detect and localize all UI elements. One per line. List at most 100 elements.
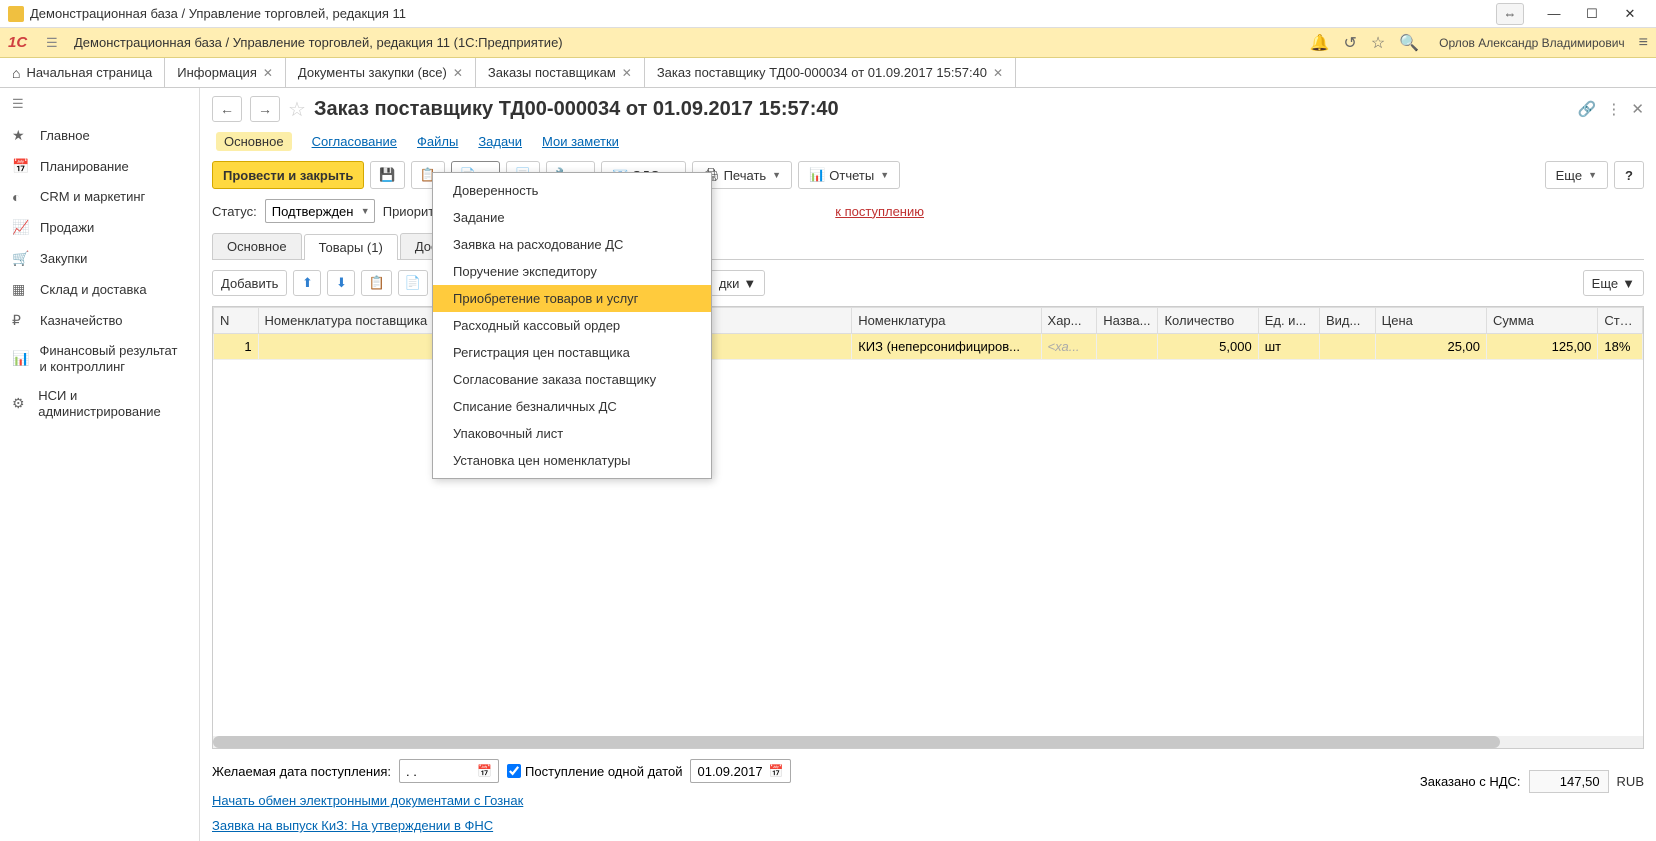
section-tab-approval[interactable]: Согласование xyxy=(312,132,397,151)
sidebar-toggle-button[interactable]: ☰ xyxy=(0,92,199,120)
tab-supplier-orders[interactable]: Заказы поставщикам ✕ xyxy=(476,58,645,87)
search-icon[interactable]: 🔍 xyxy=(1399,33,1419,53)
notifications-icon[interactable]: 🔔 xyxy=(1310,33,1330,53)
cell-name[interactable] xyxy=(1097,334,1158,360)
col-name[interactable]: Назва... xyxy=(1097,308,1158,334)
cell-supplier-nom[interactable] xyxy=(258,334,456,360)
col-price[interactable]: Цена xyxy=(1375,308,1486,334)
close-icon[interactable]: ✕ xyxy=(453,66,463,80)
menu-item-forwarder-order[interactable]: Поручение экспедитору xyxy=(433,258,711,285)
compact-mode-button[interactable]: ⇔ xyxy=(1496,3,1524,25)
sidebar-item-sales[interactable]: 📈Продажи xyxy=(0,212,199,243)
paste-button[interactable]: 📄 xyxy=(398,270,428,296)
close-doc-icon[interactable]: ✕ xyxy=(1631,100,1644,118)
tab-home[interactable]: ⌂ Начальная страница xyxy=(0,58,165,87)
col-unit[interactable]: Ед. и... xyxy=(1258,308,1319,334)
tab-information[interactable]: Информация ✕ xyxy=(165,58,286,87)
sidebar-item-planning[interactable]: 📅Планирование xyxy=(0,151,199,182)
cell-nom[interactable]: КИЗ (неперсонифициров... xyxy=(852,334,1041,360)
menu-item-task[interactable]: Задание xyxy=(433,204,711,231)
reports-button[interactable]: 📊 Отчеты▼ xyxy=(798,161,900,189)
subtab-main[interactable]: Основное xyxy=(212,233,302,259)
section-tab-tasks[interactable]: Задачи xyxy=(478,132,522,151)
menu-item-proxy[interactable]: Доверенность xyxy=(433,177,711,204)
sidebar-item-treasury[interactable]: ₽Казначейство xyxy=(0,305,199,336)
post-and-close-button[interactable]: Провести и закрыть xyxy=(212,161,364,189)
close-icon[interactable]: ✕ xyxy=(622,66,632,80)
col-nom[interactable]: Номенклатура xyxy=(852,308,1041,334)
more-button[interactable]: Еще▼ xyxy=(1545,161,1608,189)
move-down-button[interactable]: ⬇ xyxy=(327,270,355,296)
single-date-input[interactable]: 01.09.2017 📅 xyxy=(690,759,790,783)
col-qty[interactable]: Количество xyxy=(1158,308,1258,334)
kiz-request-link[interactable]: Заявка на выпуск КиЗ: На утверждении в Ф… xyxy=(212,818,1644,833)
link-icon[interactable]: 🔗 xyxy=(1578,100,1597,118)
menu-item-order-approval[interactable]: Согласование заказа поставщику xyxy=(433,366,711,393)
desired-date-input[interactable]: . . 📅 xyxy=(399,759,499,783)
menu-item-bank-writeoff[interactable]: Списание безналичных ДС xyxy=(433,393,711,420)
col-vat[interactable]: Ста... xyxy=(1598,308,1643,334)
nav-back-button[interactable]: ← xyxy=(212,96,242,122)
receipt-link[interactable]: к поступлению xyxy=(835,204,1644,219)
move-up-button[interactable]: ⬆ xyxy=(293,270,321,296)
close-icon[interactable]: ✕ xyxy=(263,66,273,80)
copy-button[interactable]: 📋 xyxy=(361,270,391,296)
sidebar-item-warehouse[interactable]: ▦Склад и доставка xyxy=(0,274,199,305)
settings-icon[interactable]: ≡ xyxy=(1639,34,1648,52)
menu-item-goods-receipt[interactable]: Приобретение товаров и услуг xyxy=(433,285,711,312)
section-tab-main[interactable]: Основное xyxy=(216,132,292,151)
tab-purchase-docs[interactable]: Документы закупки (все) ✕ xyxy=(286,58,476,87)
save-button[interactable]: 💾 xyxy=(370,161,404,189)
goznak-exchange-link[interactable]: Начать обмен электронными документами с … xyxy=(212,793,1644,808)
calendar-icon[interactable]: 📅 xyxy=(477,764,492,778)
sidebar-item-purchases[interactable]: 🛒Закупки xyxy=(0,243,199,274)
menu-item-cash-out[interactable]: Расходный кассовый ордер xyxy=(433,312,711,339)
col-n[interactable]: N xyxy=(214,308,259,334)
cell-price[interactable]: 25,00 xyxy=(1375,334,1486,360)
single-date-check[interactable] xyxy=(507,764,521,778)
cell-qty[interactable]: 5,000 xyxy=(1158,334,1258,360)
menu-item-set-prices[interactable]: Установка цен номенклатуры xyxy=(433,447,711,474)
close-button[interactable]: ✕ xyxy=(1612,3,1648,25)
single-date-checkbox[interactable]: Поступление одной датой xyxy=(507,764,682,779)
menu-item-packing-list[interactable]: Упаковочный лист xyxy=(433,420,711,447)
status-select[interactable]: Подтвержден▼ xyxy=(265,199,375,223)
section-tab-files[interactable]: Файлы xyxy=(417,132,458,151)
cell-char[interactable]: <ха... xyxy=(1041,334,1097,360)
tab-supplier-order-doc[interactable]: Заказ поставщику ТД00-000034 от 01.09.20… xyxy=(645,58,1016,87)
menu-toggle-button[interactable]: ☰ xyxy=(46,35,66,51)
sidebar-item-nsi[interactable]: ⚙НСИ и администрирование xyxy=(0,381,199,426)
scrollbar-thumb[interactable] xyxy=(213,736,1500,748)
col-supplier-nom[interactable]: Номенклатура поставщика xyxy=(258,308,456,334)
calendar-icon[interactable]: 📅 xyxy=(769,764,784,778)
nav-forward-button[interactable]: → xyxy=(250,96,280,122)
cell-type[interactable] xyxy=(1319,334,1375,360)
more-icon[interactable]: ⋮ xyxy=(1606,100,1621,118)
sidebar-item-finance[interactable]: 📊Финансовый результат и контроллинг xyxy=(0,336,199,381)
menu-item-cash-request[interactable]: Заявка на расходование ДС xyxy=(433,231,711,258)
table-more-button[interactable]: Еще▼ xyxy=(1583,270,1644,296)
col-sum[interactable]: Сумма xyxy=(1487,308,1598,334)
favorite-toggle-icon[interactable]: ☆ xyxy=(288,97,306,122)
cell-n[interactable]: 1 xyxy=(214,334,259,360)
help-button[interactable]: ? xyxy=(1614,161,1644,189)
sidebar-item-crm[interactable]: ◐CRM и маркетинг xyxy=(0,182,199,212)
favorites-icon[interactable]: ☆ xyxy=(1371,33,1385,53)
section-tab-notes[interactable]: Мои заметки xyxy=(542,132,619,151)
close-icon[interactable]: ✕ xyxy=(993,66,1003,80)
table-row[interactable]: 1 КИЗ (неперсонифициров... <ха... 5,000 … xyxy=(214,334,1643,360)
history-icon[interactable]: ↺ xyxy=(1343,33,1356,53)
add-row-button[interactable]: Добавить xyxy=(212,270,287,296)
cell-sum[interactable]: 125,00 xyxy=(1487,334,1598,360)
col-type[interactable]: Вид... xyxy=(1319,308,1375,334)
col-char[interactable]: Хар... xyxy=(1041,308,1097,334)
horizontal-scrollbar[interactable] xyxy=(213,736,1643,748)
subtab-goods[interactable]: Товары (1) xyxy=(304,234,398,260)
discounts-button[interactable]: дки▼ xyxy=(710,270,765,296)
cell-vat[interactable]: 18% xyxy=(1598,334,1643,360)
minimize-button[interactable]: — xyxy=(1536,3,1572,25)
cell-unit[interactable]: шт xyxy=(1258,334,1319,360)
maximize-button[interactable]: ☐ xyxy=(1574,3,1610,25)
sidebar-item-main[interactable]: ★Главное xyxy=(0,120,199,151)
menu-item-price-reg[interactable]: Регистрация цен поставщика xyxy=(433,339,711,366)
